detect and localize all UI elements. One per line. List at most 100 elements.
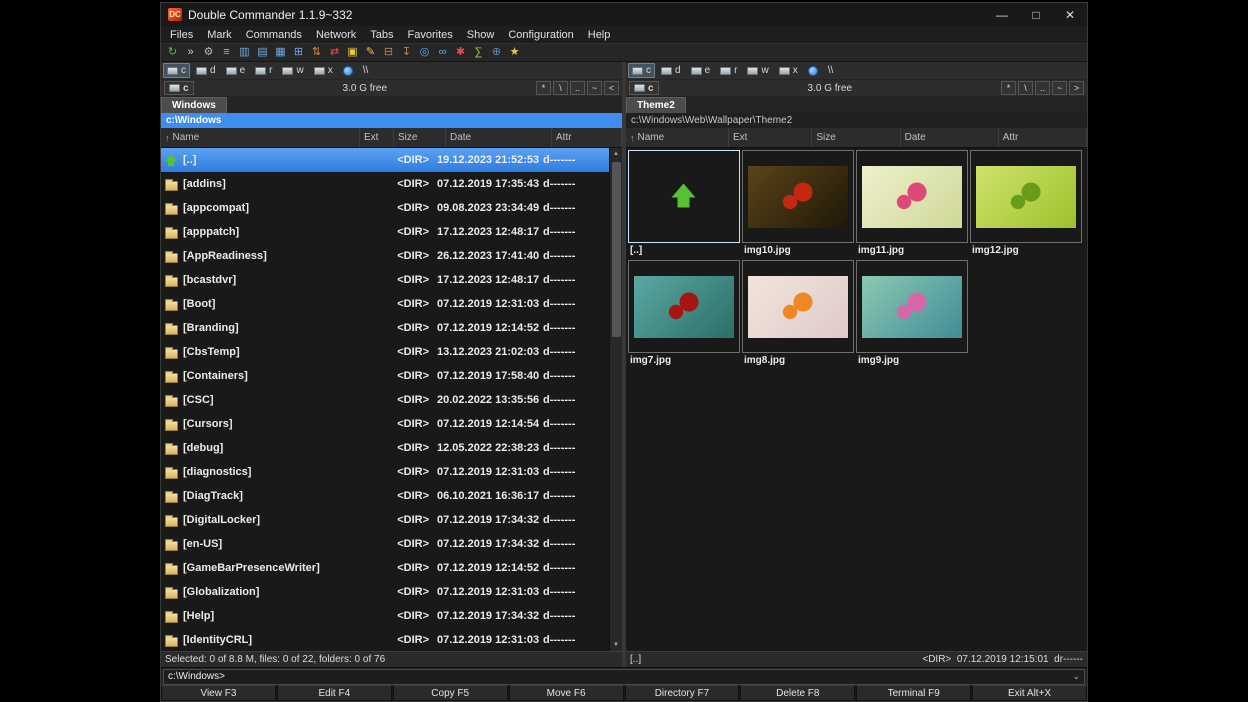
brief-view-icon[interactable]: ▥ xyxy=(236,45,253,61)
menu-item-help[interactable]: Help xyxy=(581,28,618,42)
menu-item-network[interactable]: Network xyxy=(309,28,363,42)
file-row[interactable]: [Boot]<DIR>07.12.2019 12:31:03d------- xyxy=(161,292,609,316)
fnkey-delete-f8[interactable]: Delete F8 xyxy=(740,685,855,701)
file-row[interactable]: [AppReadiness]<DIR>26.12.2023 17:41:40d-… xyxy=(161,244,609,268)
drive-button-r[interactable]: r xyxy=(716,63,741,78)
panel-nav-button[interactable]: ~ xyxy=(587,81,602,95)
column-header-ext[interactable]: Ext xyxy=(360,128,394,147)
menu-item-mark[interactable]: Mark xyxy=(200,28,238,42)
network-drive-button[interactable] xyxy=(339,63,357,78)
network-connect-icon[interactable]: ⊕ xyxy=(488,45,505,61)
drive-selector[interactable]: c xyxy=(164,81,194,95)
menu-item-commands[interactable]: Commands xyxy=(239,28,309,42)
panel-nav-button[interactable]: ~ xyxy=(1052,81,1067,95)
file-row[interactable]: [DigitalLocker]<DIR>07.12.2019 17:34:32d… xyxy=(161,508,609,532)
swap-panels-icon[interactable]: ⇄ xyxy=(326,45,343,61)
thumbnail-item[interactable]: img8.jpg xyxy=(741,259,855,369)
file-row[interactable]: [en-US]<DIR>07.12.2019 17:34:32d------- xyxy=(161,532,609,556)
flat-view-icon[interactable]: ≡ xyxy=(218,45,235,61)
copy-files-icon[interactable]: ▣ xyxy=(344,45,361,61)
drive-button-e[interactable]: e xyxy=(687,63,715,78)
file-row[interactable]: [Globalization]<DIR>07.12.2019 12:31:03d… xyxy=(161,580,609,604)
current-path-bar[interactable]: c:\Windows\Web\Wallpaper\Theme2 xyxy=(626,113,1087,128)
thumbnail-item[interactable]: img11.jpg xyxy=(855,149,969,259)
fnkey-view-f3[interactable]: View F3 xyxy=(161,685,276,701)
thumbnail-item[interactable]: [..] xyxy=(627,149,741,259)
column-header-attr[interactable]: Attr xyxy=(999,128,1087,147)
menu-item-show[interactable]: Show xyxy=(460,28,502,42)
file-row[interactable]: [Help]<DIR>07.12.2019 17:34:32d------- xyxy=(161,604,609,628)
options-icon[interactable]: ⚙ xyxy=(200,45,217,61)
file-row[interactable]: [appcompat]<DIR>09.08.2023 23:34:49d----… xyxy=(161,196,609,220)
panel-nav-button[interactable]: * xyxy=(1001,81,1016,95)
file-row[interactable]: [Cursors]<DIR>07.12.2019 12:14:54d------… xyxy=(161,412,609,436)
column-header-size[interactable]: Size xyxy=(812,128,900,147)
file-row[interactable]: [IdentityCRL]<DIR>07.12.2019 12:31:03d--… xyxy=(161,628,609,651)
unc-path-button[interactable]: \\ xyxy=(824,63,838,78)
multi-rename-icon[interactable]: ✱ xyxy=(452,45,469,61)
panel-nav-button[interactable]: < xyxy=(604,81,619,95)
refresh-icon[interactable]: ↻ xyxy=(164,45,181,61)
file-row[interactable]: [apppatch]<DIR>17.12.2023 12:48:17d-----… xyxy=(161,220,609,244)
file-row[interactable]: [..]<DIR>19.12.2023 21:52:53d------- xyxy=(161,148,609,172)
tree-view-icon[interactable]: ⊞ xyxy=(290,45,307,61)
search-files-icon[interactable]: ◎ xyxy=(416,45,433,61)
drive-button-x[interactable]: x xyxy=(775,63,802,78)
scroll-down-icon[interactable]: ▼ xyxy=(610,639,622,651)
column-header-attr[interactable]: Attr xyxy=(552,128,622,147)
fnkey-edit-f4[interactable]: Edit F4 xyxy=(277,685,392,701)
minimize-button[interactable]: — xyxy=(985,3,1019,26)
thumbnail-item[interactable]: img12.jpg xyxy=(969,149,1083,259)
pack-files-icon[interactable]: ⊟ xyxy=(380,45,397,61)
drive-button-w[interactable]: w xyxy=(278,63,307,78)
column-header-date[interactable]: Date xyxy=(446,128,552,147)
drive-button-d[interactable]: d xyxy=(657,63,685,78)
fnkey-copy-f5[interactable]: Copy F5 xyxy=(393,685,508,701)
extract-files-icon[interactable]: ↧ xyxy=(398,45,415,61)
drive-button-c[interactable]: c xyxy=(628,63,655,78)
full-view-icon[interactable]: ▤ xyxy=(254,45,271,61)
column-header-name[interactable]: ↑Name xyxy=(626,128,729,147)
scrollbar-track[interactable] xyxy=(610,160,622,639)
drive-button-x[interactable]: x xyxy=(310,63,337,78)
thumbnail-item[interactable]: img10.jpg xyxy=(741,149,855,259)
horizontal-panels-icon[interactable]: ⇅ xyxy=(308,45,325,61)
file-row[interactable]: [addins]<DIR>07.12.2019 17:35:43d------- xyxy=(161,172,609,196)
network-drive-button[interactable] xyxy=(804,63,822,78)
thumbnail-view-icon[interactable]: ▦ xyxy=(272,45,289,61)
column-header-ext[interactable]: Ext xyxy=(729,128,812,147)
title-bar[interactable]: DC Double Commander 1.1.9~332 — □ ✕ xyxy=(161,3,1087,26)
panel-nav-button[interactable]: \ xyxy=(1018,81,1033,95)
fnkey-exit-alt-x[interactable]: Exit Alt+X xyxy=(972,685,1087,701)
calculator-icon[interactable]: ∑ xyxy=(470,45,487,61)
drive-button-r[interactable]: r xyxy=(251,63,276,78)
drive-button-c[interactable]: c xyxy=(163,63,190,78)
thumbnail-item[interactable]: img7.jpg xyxy=(627,259,741,369)
menu-item-favorites[interactable]: Favorites xyxy=(401,28,460,42)
scroll-up-icon[interactable]: ▲ xyxy=(610,148,622,160)
run-terminal-icon[interactable]: » xyxy=(182,45,199,61)
drive-button-e[interactable]: e xyxy=(222,63,250,78)
close-button[interactable]: ✕ xyxy=(1053,3,1087,26)
file-row[interactable]: [CSC]<DIR>20.02.2022 13:35:56d------- xyxy=(161,388,609,412)
file-row[interactable]: [debug]<DIR>12.05.2022 22:38:23d------- xyxy=(161,436,609,460)
file-row[interactable]: [diagnostics]<DIR>07.12.2019 12:31:03d--… xyxy=(161,460,609,484)
file-row[interactable]: [Containers]<DIR>07.12.2019 17:58:40d---… xyxy=(161,364,609,388)
file-row[interactable]: [CbsTemp]<DIR>13.12.2023 21:02:03d------… xyxy=(161,340,609,364)
current-path-bar[interactable]: c:\Windows xyxy=(161,113,622,128)
vertical-scrollbar[interactable]: ▲ ▼ xyxy=(609,148,622,651)
file-row[interactable]: [bcastdvr]<DIR>17.12.2023 12:48:17d-----… xyxy=(161,268,609,292)
fnkey-terminal-f9[interactable]: Terminal F9 xyxy=(856,685,971,701)
file-row[interactable]: [DiagTrack]<DIR>06.10.2021 16:36:17d----… xyxy=(161,484,609,508)
file-row[interactable]: [Branding]<DIR>07.12.2019 12:14:52d-----… xyxy=(161,316,609,340)
column-header-size[interactable]: Size xyxy=(394,128,446,147)
dropdown-arrow-icon[interactable]: ⌄ xyxy=(1072,671,1080,682)
drive-button-d[interactable]: d xyxy=(192,63,220,78)
panel-nav-button[interactable]: .. xyxy=(570,81,585,95)
scrollbar-thumb[interactable] xyxy=(612,162,621,337)
menu-item-configuration[interactable]: Configuration xyxy=(501,28,580,42)
edit-file-icon[interactable]: ✎ xyxy=(362,45,379,61)
column-header-date[interactable]: Date xyxy=(901,128,999,147)
thumbnail-item[interactable]: img9.jpg xyxy=(855,259,969,369)
menu-item-files[interactable]: Files xyxy=(163,28,200,42)
